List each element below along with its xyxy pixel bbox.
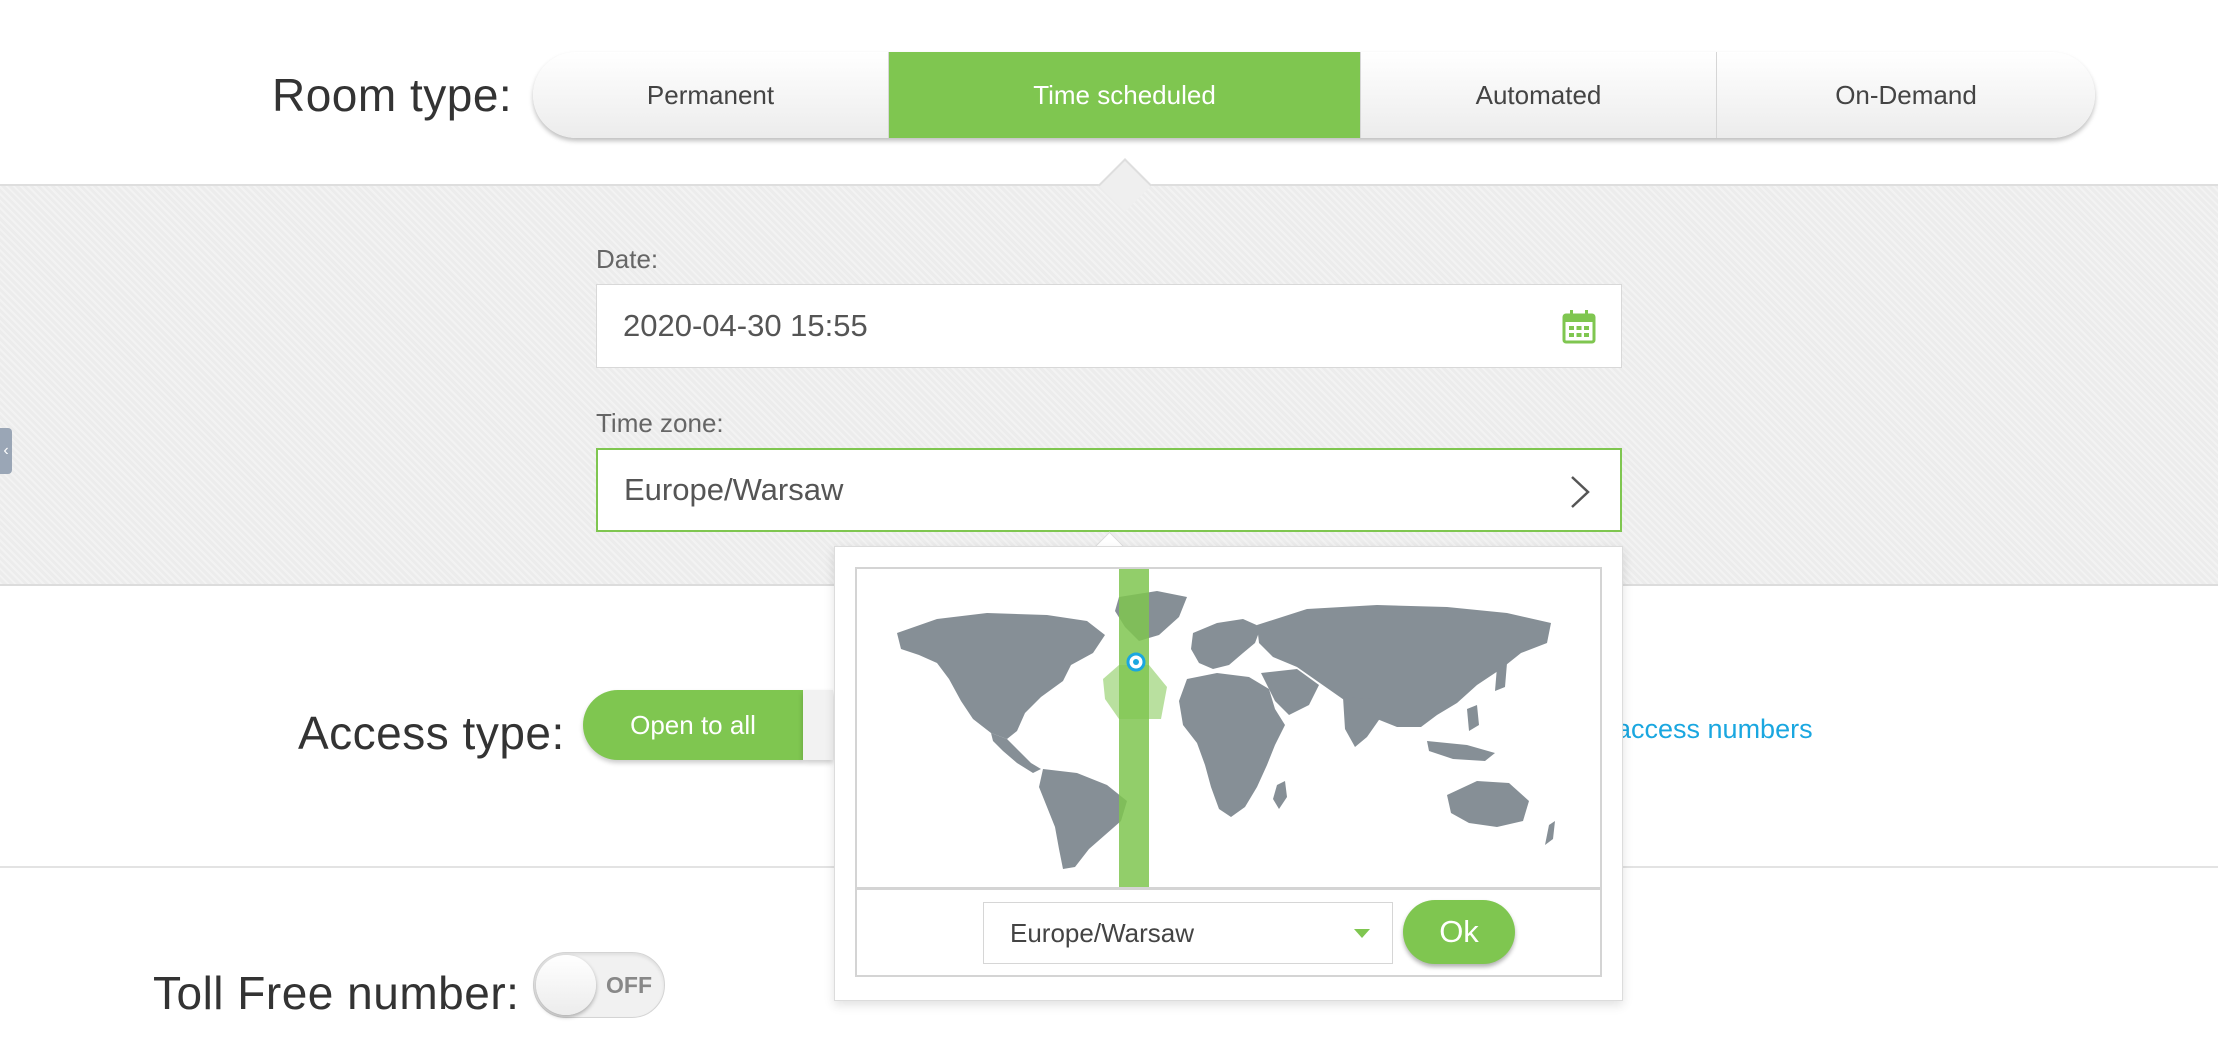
room-type-on-demand[interactable]: On-Demand: [1717, 52, 2095, 138]
collapse-sidebar-button[interactable]: ‹: [0, 428, 12, 474]
location-pin-icon: [1126, 652, 1146, 672]
timezone-picker-controls: Europe/Warsaw Ok: [855, 889, 1602, 977]
room-type-segmented-control: Permanent Time scheduled Automated On-De…: [533, 52, 2095, 138]
chevron-left-icon: ‹: [3, 442, 9, 459]
access-numbers-link[interactable]: access numbers: [1616, 714, 1813, 745]
access-option-button[interactable]: [803, 690, 833, 760]
toll-free-toggle[interactable]: OFF: [533, 952, 665, 1018]
chevron-right-icon: [1571, 476, 1590, 508]
timezone-select[interactable]: Europe/Warsaw: [983, 902, 1393, 964]
toggle-knob: [536, 955, 596, 1015]
timezone-band: [1119, 569, 1149, 887]
world-map-icon[interactable]: [857, 569, 1600, 887]
toll-free-label: Toll Free number:: [153, 967, 520, 1019]
access-type-label: Access type:: [298, 707, 565, 759]
chevron-down-icon: [1354, 929, 1370, 938]
date-input[interactable]: 2020-04-30 15:55: [596, 284, 1622, 368]
timezone-select-value: Europe/Warsaw: [1010, 917, 1194, 948]
access-open-to-all-button[interactable]: Open to all: [583, 690, 803, 760]
timezone-map[interactable]: [855, 567, 1602, 889]
room-type-label: Room type:: [272, 69, 513, 121]
timezone-label: Time zone:: [596, 408, 724, 438]
room-type-automated[interactable]: Automated: [1361, 52, 1717, 138]
date-label: Date:: [596, 244, 659, 274]
date-value: 2020-04-30 15:55: [623, 308, 868, 343]
room-type-permanent[interactable]: Permanent: [533, 52, 889, 138]
ok-button[interactable]: Ok: [1403, 900, 1515, 964]
calendar-icon[interactable]: [1561, 309, 1597, 345]
timezone-input[interactable]: Europe/Warsaw: [596, 448, 1622, 532]
room-type-time-scheduled[interactable]: Time scheduled: [889, 52, 1361, 138]
timezone-picker-popup: Europe/Warsaw Ok: [834, 546, 1623, 1001]
toggle-state-text: OFF: [606, 972, 652, 998]
timezone-value: Europe/Warsaw: [624, 472, 844, 507]
